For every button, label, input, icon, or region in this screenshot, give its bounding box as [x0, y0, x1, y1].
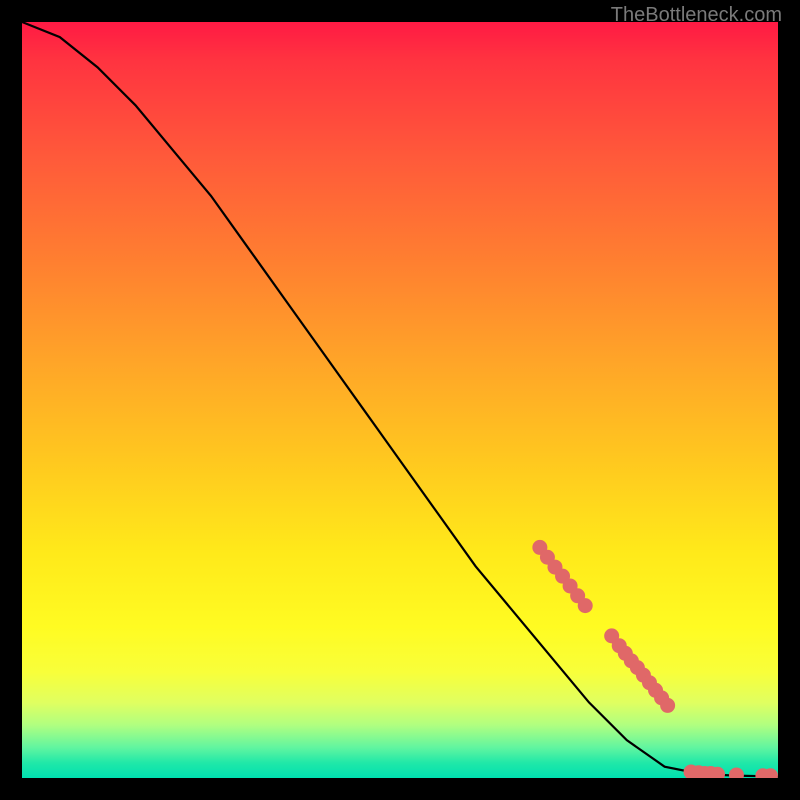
data-marker — [729, 767, 744, 778]
data-marker — [578, 598, 593, 613]
watermark-text: TheBottleneck.com — [611, 4, 782, 27]
data-marker — [660, 698, 675, 713]
bottleneck-curve-line — [22, 22, 778, 776]
plot-area — [22, 22, 778, 778]
marker-group — [532, 540, 778, 778]
chart-overlay — [22, 22, 778, 778]
